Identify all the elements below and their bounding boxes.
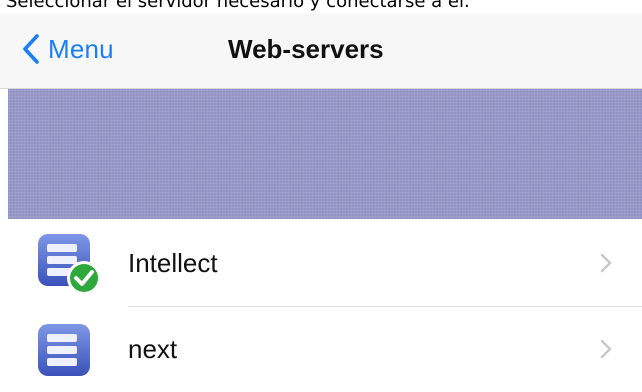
page-title: Web-servers bbox=[228, 34, 384, 64]
server-list: Intellect next bbox=[0, 220, 642, 392]
chevron-right-icon bbox=[600, 253, 612, 273]
server-row-next[interactable]: next bbox=[0, 306, 642, 392]
navigation-bar: Menu Web-servers bbox=[0, 14, 642, 89]
server-row-intellect[interactable]: Intellect bbox=[0, 220, 642, 306]
back-button-label: Menu bbox=[48, 33, 114, 64]
server-icon bbox=[38, 324, 90, 376]
instruction-caption: Seleccionar el servidor necesario y cone… bbox=[6, 0, 470, 12]
check-badge-icon bbox=[67, 261, 101, 295]
back-button[interactable]: Menu bbox=[22, 32, 114, 66]
server-name: next bbox=[128, 333, 178, 364]
banner bbox=[8, 89, 642, 219]
server-name: Intellect bbox=[128, 247, 218, 278]
chevron-left-icon bbox=[23, 34, 39, 64]
server-connected-icon bbox=[38, 234, 101, 295]
chevron-right-icon bbox=[600, 339, 612, 359]
